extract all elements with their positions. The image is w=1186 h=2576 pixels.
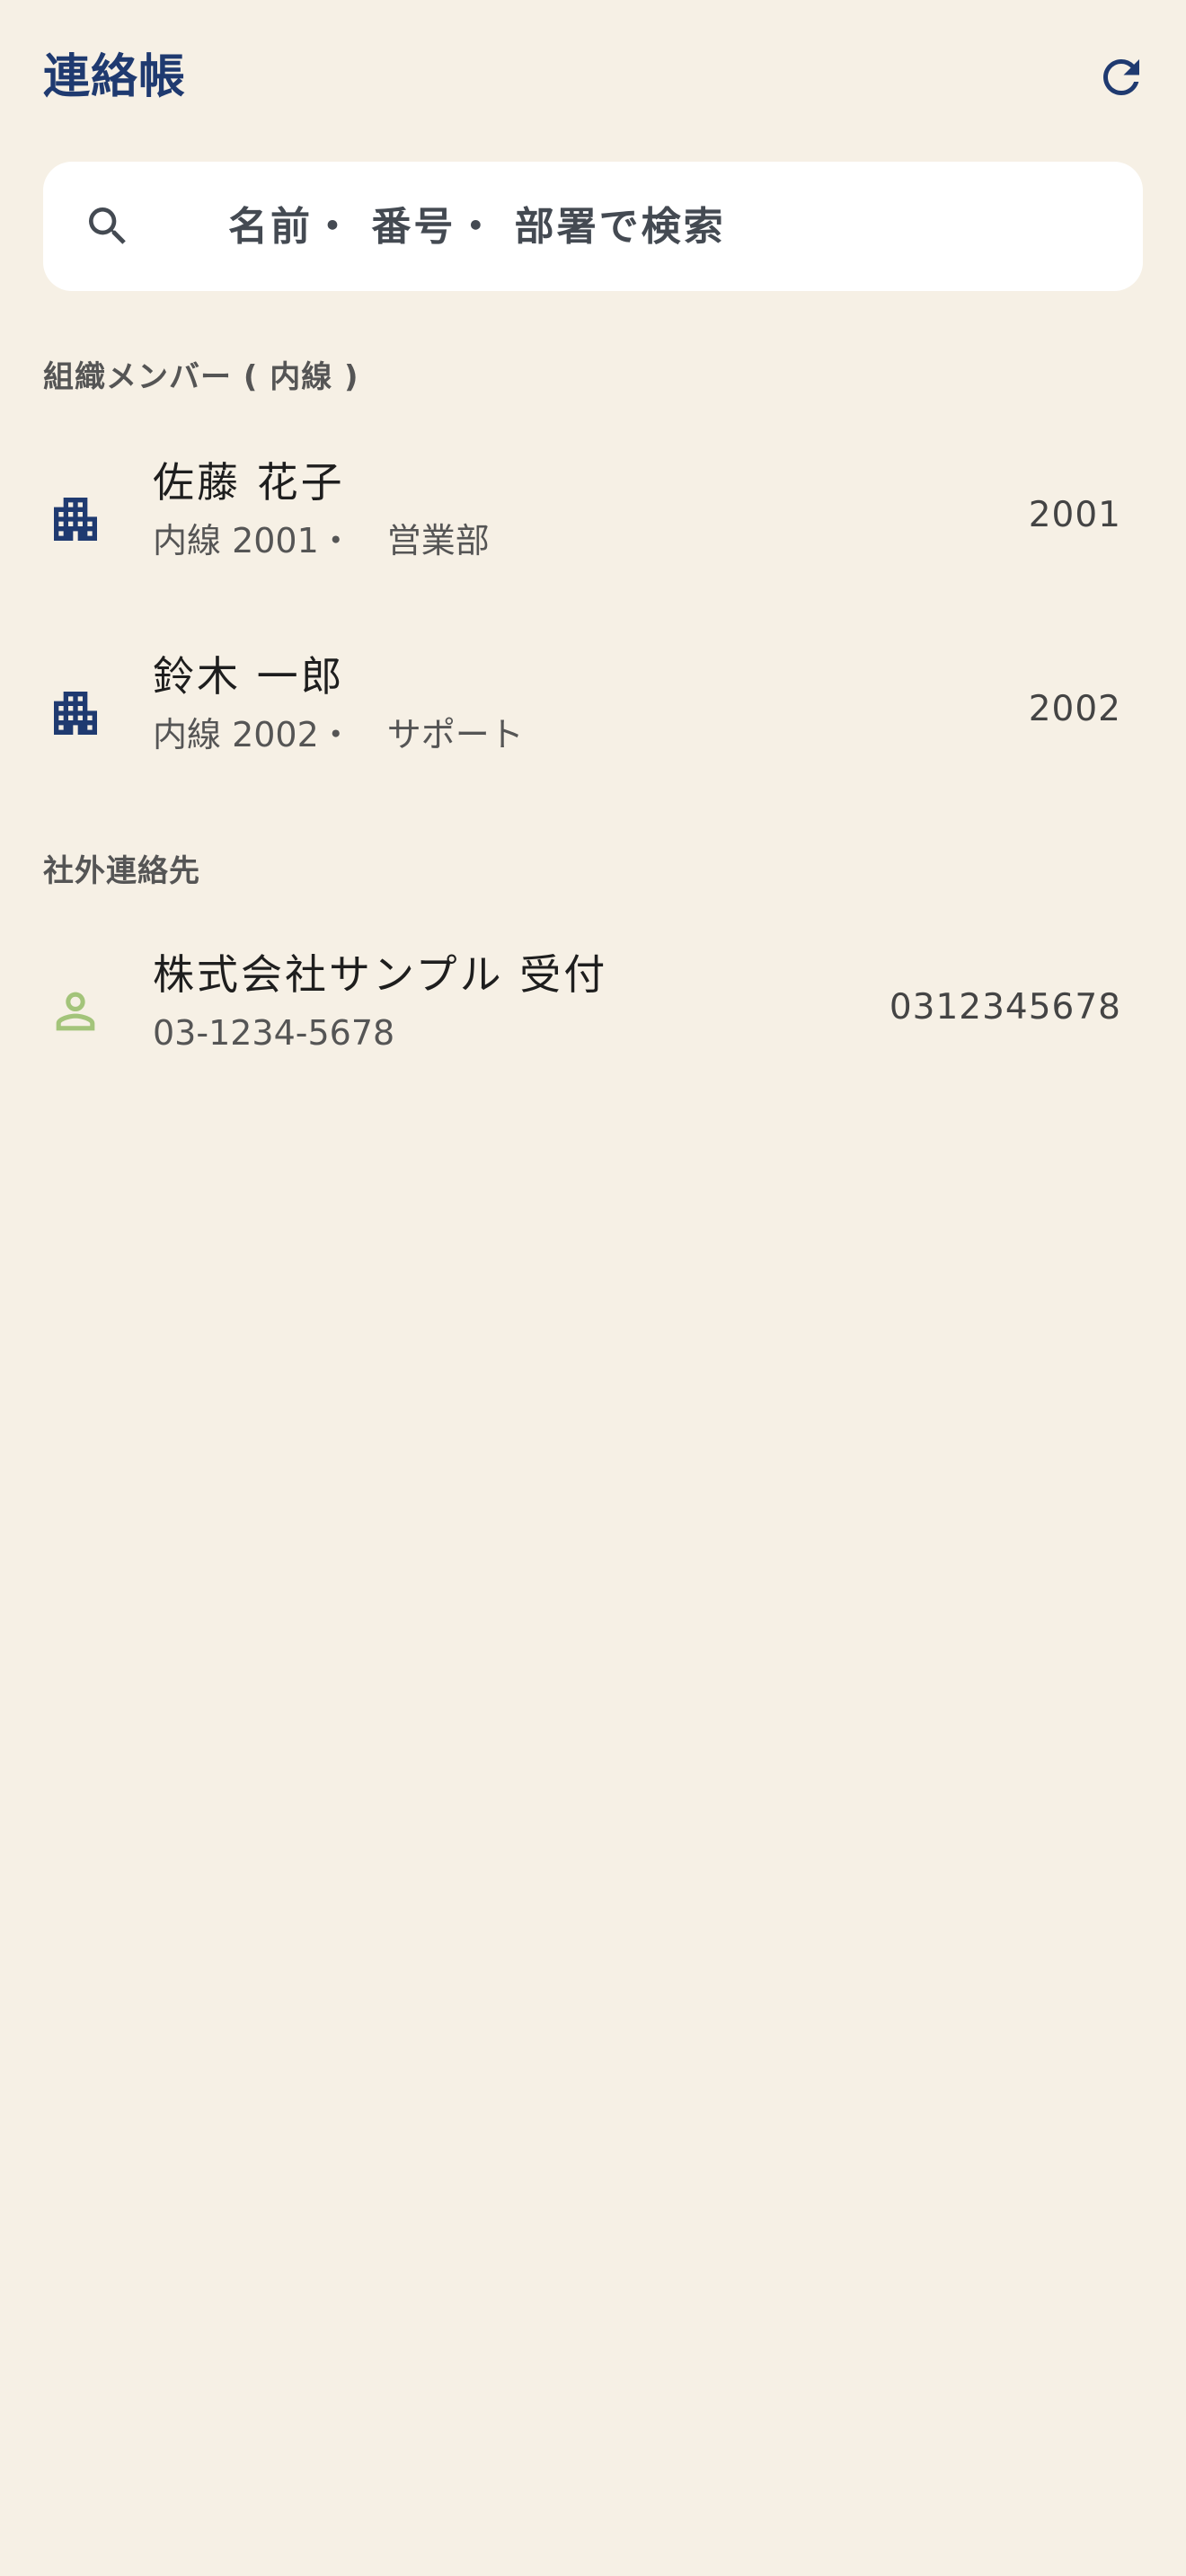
section-header-external: 社外連絡先 [43,853,200,889]
search-bar[interactable] [43,162,1143,291]
contact-number: 2002 [1028,689,1121,729]
contact-name: 鈴木 一郎 [153,652,345,701]
page-title: 連絡帳 [43,50,187,104]
contact-name: 佐藤 花子 [153,458,345,507]
list-item[interactable]: 株式会社サンプル 受付 03-1234-5678 0312345678 [0,920,1186,1099]
refresh-icon [1103,59,1139,95]
contact-subtitle: 内線 2002・ サポート [153,715,524,754]
contact-number: 0312345678 [889,987,1121,1028]
list-item[interactable]: 佐藤 花子 内線 2001・ 営業部 2001 [0,428,1186,607]
search-input[interactable] [183,162,1118,291]
list-item[interactable]: 鈴木 一郎 内線 2002・ サポート 2002 [0,622,1186,801]
contact-subtitle: 03-1234-5678 [153,1013,395,1053]
contact-subtitle: 内線 2001・ 営業部 [153,521,490,560]
contact-name: 株式会社サンプル 受付 [153,950,608,999]
contact-number: 2001 [1028,495,1121,535]
refresh-button[interactable] [1091,47,1152,108]
app-header: 連絡帳 [0,0,1186,153]
search-icon [89,207,126,244]
section-header-internal: 組織メンバー ( 内線 ) [43,359,359,395]
building-icon [54,498,97,541]
person-icon [56,992,95,1031]
building-icon [54,692,97,735]
